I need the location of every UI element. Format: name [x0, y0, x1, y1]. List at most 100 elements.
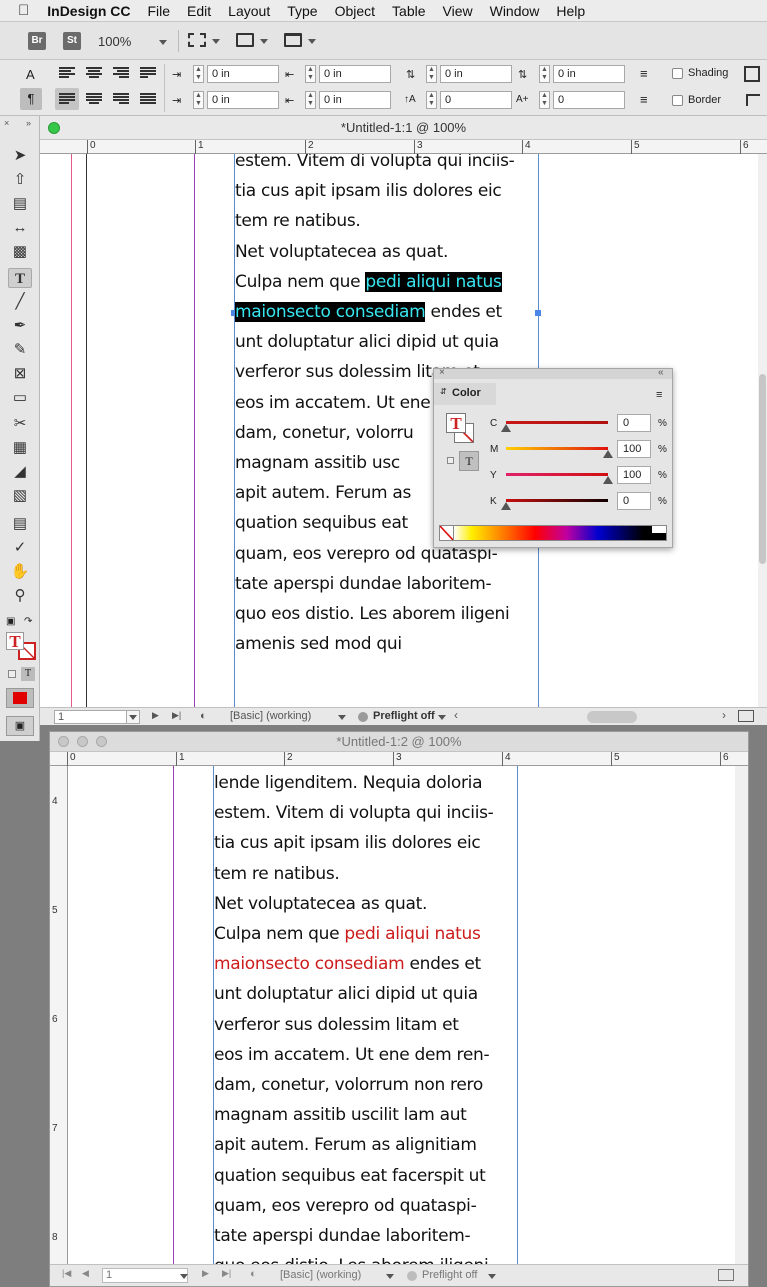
- text-line[interactable]: unt doluptatur alici dipid ut quia: [235, 327, 499, 357]
- doc2-style-label[interactable]: [Basic] (working): [280, 1269, 361, 1281]
- first-line-indent-stepper[interactable]: ▲ ▼: [193, 91, 204, 109]
- menu-object[interactable]: Object: [335, 3, 375, 19]
- doc2-vertical-scrollbar[interactable]: [735, 766, 748, 1264]
- none-swatch[interactable]: [440, 526, 454, 540]
- shading-checkbox[interactable]: [672, 68, 683, 79]
- gap-tool-icon[interactable]: ↔: [8, 218, 32, 238]
- slider-thumb[interactable]: [501, 502, 511, 510]
- content-collector-icon[interactable]: ▩: [8, 242, 32, 262]
- apple-icon[interactable]: : [18, 2, 29, 19]
- text-line[interactable]: apit autem. Ferum as alignitiam: [214, 1130, 477, 1160]
- align-towards-spine-icon[interactable]: [140, 67, 156, 79]
- page-number-field[interactable]: 1: [102, 1268, 188, 1283]
- menu-view[interactable]: View: [443, 3, 473, 19]
- drop-cap-field[interactable]: 0 in: [553, 65, 625, 83]
- text-line[interactable]: estem. Vitem di volupta qui inciis-: [235, 154, 515, 176]
- previous-page-icon[interactable]: ◀: [82, 1268, 89, 1279]
- stock-button[interactable]: St: [63, 32, 81, 50]
- frame-handle-right[interactable]: [535, 310, 541, 316]
- align-center-icon[interactable]: [86, 67, 102, 79]
- space-after-field[interactable]: 0: [553, 91, 625, 109]
- slider-thumb[interactable]: [603, 450, 613, 458]
- text-line[interactable]: quation sequibus eat facerspit ut: [214, 1161, 486, 1191]
- close-window-icon[interactable]: [58, 736, 69, 747]
- next-page-icon[interactable]: ▶: [152, 710, 159, 721]
- selection-tool-icon[interactable]: ➤: [8, 146, 32, 166]
- drop-cap-chars-field[interactable]: 0: [440, 91, 512, 109]
- bulleted-list-icon[interactable]: ≡: [640, 66, 648, 81]
- white-swatch[interactable]: [652, 526, 666, 533]
- gradient-feather-tool-icon[interactable]: ▧: [8, 486, 32, 506]
- horizontal-scroll-thumb[interactable]: [587, 711, 637, 723]
- text-line[interactable]: maionsecto consediam endes et: [214, 949, 481, 979]
- channel-slider-track[interactable]: [506, 473, 608, 476]
- text-line[interactable]: amenis sed mod qui: [235, 629, 402, 659]
- color-spectrum[interactable]: [439, 525, 667, 541]
- fill-stroke-swatch[interactable]: T: [6, 632, 36, 660]
- default-fill-stroke-icon[interactable]: ▣: [6, 616, 15, 627]
- text-line[interactable]: apit autem. Ferum as: [235, 478, 411, 508]
- channel-value-field[interactable]: 100: [617, 440, 651, 458]
- screen-mode-icon[interactable]: ▣: [6, 716, 34, 736]
- pen-tool-icon[interactable]: ✒: [8, 316, 32, 336]
- slider-thumb[interactable]: [501, 424, 511, 432]
- channel-value-field[interactable]: 0: [617, 492, 651, 510]
- align-right-icon[interactable]: [113, 67, 129, 79]
- format-container-icon[interactable]: [447, 457, 454, 464]
- page-tool-icon[interactable]: ▤: [8, 194, 32, 214]
- slider-thumb[interactable]: [603, 476, 613, 484]
- text-line[interactable]: eos im accatem. Ut ene dem ren-: [214, 1040, 490, 1070]
- next-page-icon[interactable]: ▶: [202, 1268, 209, 1279]
- page-dropdown[interactable]: [126, 710, 140, 724]
- channel-slider-track[interactable]: [506, 447, 608, 450]
- apply-color-button[interactable]: [6, 688, 34, 708]
- close-icon[interactable]: ×: [4, 118, 9, 128]
- span-columns-icon[interactable]: [746, 94, 760, 106]
- numbered-list-icon[interactable]: ≡: [640, 92, 648, 107]
- menu-app[interactable]: InDesign CC: [47, 3, 130, 19]
- left-indent-field[interactable]: 0 in: [207, 65, 279, 83]
- space-after-stepper[interactable]: ▲ ▼: [539, 91, 550, 109]
- line-tool-icon[interactable]: ╱: [8, 292, 32, 312]
- black-swatch[interactable]: [652, 533, 666, 540]
- text-line[interactable]: dam, conetur, volorrum non rero: [214, 1070, 483, 1100]
- color-tab[interactable]: ⇵ Color: [434, 383, 496, 405]
- text-line[interactable]: tate aperspi dundae laboritem-: [214, 1221, 471, 1251]
- drop-cap-chars-stepper[interactable]: ▲ ▼: [426, 91, 437, 109]
- text-line[interactable]: quation sequibus eat: [235, 508, 408, 538]
- border-checkbox[interactable]: [672, 95, 683, 106]
- left-indent-stepper[interactable]: ▲ ▼: [193, 65, 204, 83]
- justify-left-icon[interactable]: [59, 93, 75, 105]
- view-options-icon[interactable]: [188, 33, 206, 47]
- text-line[interactable]: quo eos distio. Les aborem iligeni: [235, 599, 510, 629]
- close-icon[interactable]: ×: [439, 367, 445, 378]
- channel-slider-track[interactable]: [506, 499, 608, 502]
- doc2-horizontal-ruler[interactable]: 0 1 2 3 4 5 6: [50, 752, 748, 766]
- text-line[interactable]: eos im accatem. Ut ene: [235, 388, 431, 418]
- text-line[interactable]: tem re natibus.: [235, 206, 361, 236]
- right-indent-stepper[interactable]: ▲ ▼: [305, 65, 316, 83]
- text-line[interactable]: Culpa nem que pedi aliqui natus: [235, 267, 502, 297]
- menu-edit[interactable]: Edit: [187, 3, 211, 19]
- bridge-button[interactable]: Br: [28, 32, 46, 50]
- arrange-documents-icon[interactable]: [284, 33, 302, 47]
- justify-center-icon[interactable]: [86, 93, 102, 105]
- doc2-vertical-ruler[interactable]: 4 5 6 7 8: [50, 766, 68, 1264]
- zoom-window-icon[interactable]: [96, 736, 107, 747]
- channel-value-field[interactable]: 0: [617, 414, 651, 432]
- swap-fill-stroke-icon[interactable]: ↷: [24, 616, 32, 627]
- text-line[interactable]: Net voluptatecea as quat.: [214, 889, 427, 919]
- note-tool-icon[interactable]: ▤: [8, 514, 32, 534]
- last-page-icon[interactable]: ▶|: [222, 1268, 231, 1279]
- minimize-window-icon[interactable]: [77, 736, 88, 747]
- collapse-icon[interactable]: »: [26, 118, 31, 128]
- align-left-icon[interactable]: [59, 67, 75, 79]
- direct-selection-tool-icon[interactable]: ⇧: [8, 170, 32, 190]
- rectangle-frame-tool-icon[interactable]: ⊠: [8, 364, 32, 384]
- first-line-indent-field[interactable]: 0 in: [207, 91, 279, 109]
- channel-value-field[interactable]: 100: [617, 466, 651, 484]
- first-page-icon[interactable]: |◀: [62, 1268, 71, 1279]
- doc2-pasteboard[interactable]: lende ligenditem. Nequia doloria estem. V…: [68, 766, 735, 1264]
- menu-window[interactable]: Window: [490, 3, 540, 19]
- last-page-icon[interactable]: ▶|: [172, 710, 181, 721]
